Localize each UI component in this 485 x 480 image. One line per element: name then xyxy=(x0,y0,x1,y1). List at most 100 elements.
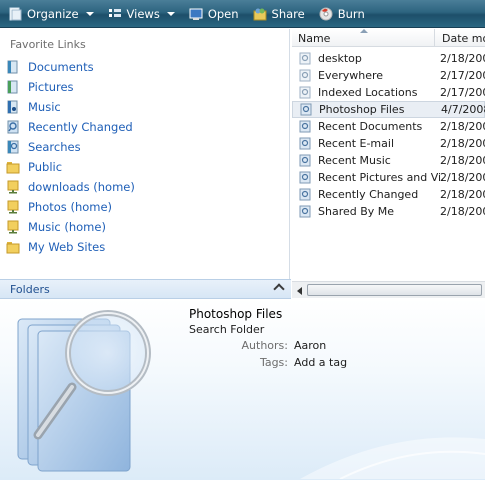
burn-disc-icon xyxy=(319,7,333,21)
list-item[interactable]: desktop 2/18/2008 xyxy=(292,50,485,67)
burn-button[interactable]: Burn xyxy=(319,3,365,25)
music-icon xyxy=(6,100,20,114)
open-button[interactable]: Open xyxy=(189,3,239,25)
list-item[interactable]: Indexed Locations 2/17/2008 xyxy=(292,84,485,101)
horizontal-scrollbar[interactable] xyxy=(292,281,485,298)
views-icon xyxy=(108,7,122,21)
file-date: 2/17/2008 xyxy=(440,86,485,99)
file-date: 2/18/2008 xyxy=(440,154,485,167)
details-title: Photoshop Files xyxy=(189,307,283,321)
nav-item-photos-home[interactable]: Photos (home) xyxy=(6,198,112,216)
column-header-date-modified[interactable]: Date modi xyxy=(442,32,485,45)
nav-item-pictures[interactable]: Pictures xyxy=(6,78,74,96)
file-name: Recently Changed xyxy=(318,188,419,201)
file-date: 2/18/2008 xyxy=(440,52,485,65)
file-date: 4/7/2008 xyxy=(441,103,485,116)
file-name: Recent Pictures and Vi... xyxy=(318,171,443,184)
share-label: Share xyxy=(271,6,305,21)
file-name: Shared By Me xyxy=(318,205,395,218)
nav-item-label: Public xyxy=(28,160,63,174)
views-label: Views xyxy=(126,6,160,21)
share-button[interactable]: Share xyxy=(253,3,305,25)
nav-item-public[interactable]: Public xyxy=(6,158,62,176)
nav-item-my-web-sites[interactable]: My Web Sites xyxy=(6,238,105,256)
tags-input[interactable]: Add a tag xyxy=(294,356,347,369)
network-folder-icon xyxy=(6,200,20,214)
file-list: Name Date modi desktop 2/18/2008 Everywh… xyxy=(292,29,485,299)
favorite-links-heading: Favorite Links xyxy=(10,38,86,51)
search-folder-icon xyxy=(299,86,312,99)
file-name: Everywhere xyxy=(318,69,384,82)
open-label: Open xyxy=(207,6,239,21)
list-item-selected[interactable]: Photoshop Files 4/7/2008 xyxy=(292,101,485,118)
list-item[interactable]: Recent Documents 2/18/2008 xyxy=(292,118,485,135)
open-icon xyxy=(189,7,203,21)
search-folder-icon xyxy=(299,137,312,150)
column-divider[interactable] xyxy=(434,29,435,47)
file-date: 2/17/2008 xyxy=(440,69,485,82)
authors-value[interactable]: Aaron xyxy=(294,339,326,352)
organize-icon xyxy=(8,7,22,21)
scroll-left-arrow-icon[interactable] xyxy=(297,287,302,295)
nav-item-label: downloads (home) xyxy=(28,180,135,194)
nav-item-label: Recently Changed xyxy=(28,120,133,134)
nav-item-downloads-home[interactable]: downloads (home) xyxy=(6,178,135,196)
navigation-pane: Favorite Links Documents Pictures Music … xyxy=(0,29,290,279)
scrollbar-thumb[interactable] xyxy=(307,284,482,296)
list-item[interactable]: Recently Changed 2/18/2008 xyxy=(292,186,485,203)
column-header-name[interactable]: Name xyxy=(298,32,330,45)
file-date: 2/18/2008 xyxy=(440,137,485,150)
tags-label: Tags: xyxy=(259,356,288,369)
nav-item-label: Documents xyxy=(28,60,94,74)
folder-icon xyxy=(6,240,20,254)
decorative-swoosh xyxy=(300,437,485,479)
nav-item-music[interactable]: Music xyxy=(6,98,61,116)
nav-item-label: Music (home) xyxy=(28,220,106,234)
nav-item-documents[interactable]: Documents xyxy=(6,58,94,76)
sort-caret-icon xyxy=(360,29,368,33)
organize-label: Organize xyxy=(27,6,79,21)
search-folder-icon xyxy=(299,69,312,82)
file-name: Recent Music xyxy=(318,154,391,167)
network-folder-icon xyxy=(6,180,20,194)
list-item[interactable]: Recent Music 2/18/2008 xyxy=(292,152,485,169)
search-folder-icon xyxy=(299,154,312,167)
views-button[interactable]: Views xyxy=(108,3,175,25)
details-pane: Photoshop Files Search Folder Authors: A… xyxy=(0,299,485,480)
search-folder-icon xyxy=(300,103,313,116)
nav-item-label: Music xyxy=(28,100,61,114)
list-item[interactable]: Recent Pictures and Vi... 2/18/2008 xyxy=(292,169,485,186)
nav-item-label: Pictures xyxy=(28,80,74,94)
column-header-row: Name Date modi xyxy=(292,29,485,47)
file-name: Indexed Locations xyxy=(318,86,418,99)
search-folder-large-icon xyxy=(17,310,151,472)
list-item[interactable]: Shared By Me 2/18/2008 xyxy=(292,203,485,220)
list-item[interactable]: Recent E-mail 2/18/2008 xyxy=(292,135,485,152)
share-icon xyxy=(253,7,267,21)
nav-item-recently-changed[interactable]: Recently Changed xyxy=(6,118,133,136)
command-bar: Organize Views Open Share Burn xyxy=(0,0,485,28)
organize-button[interactable]: Organize xyxy=(8,3,94,25)
file-date: 2/18/2008 xyxy=(440,120,485,133)
nav-item-searches[interactable]: Searches xyxy=(6,138,81,156)
search-folder-icon xyxy=(299,205,312,218)
nav-item-music-home[interactable]: Music (home) xyxy=(6,218,106,236)
file-date: 2/18/2008 xyxy=(440,188,485,201)
folders-toggle[interactable]: Folders xyxy=(0,279,291,299)
file-date: 2/18/2008 xyxy=(440,205,485,218)
burn-label: Burn xyxy=(337,6,365,21)
chevron-down-icon xyxy=(166,11,175,16)
search-folder-icon xyxy=(6,120,20,134)
nav-item-label: Photos (home) xyxy=(28,200,113,214)
search-folder-icon xyxy=(299,171,312,184)
list-item[interactable]: Everywhere 2/17/2008 xyxy=(292,67,485,84)
details-type: Search Folder xyxy=(189,323,265,336)
folders-label: Folders xyxy=(10,282,50,296)
file-name: Photoshop Files xyxy=(319,103,405,116)
nav-item-label: Searches xyxy=(28,140,81,154)
network-folder-icon xyxy=(6,220,20,234)
searches-icon xyxy=(6,140,20,154)
pictures-icon xyxy=(6,80,20,94)
file-name: desktop xyxy=(318,52,362,65)
chevron-down-icon xyxy=(85,11,94,16)
